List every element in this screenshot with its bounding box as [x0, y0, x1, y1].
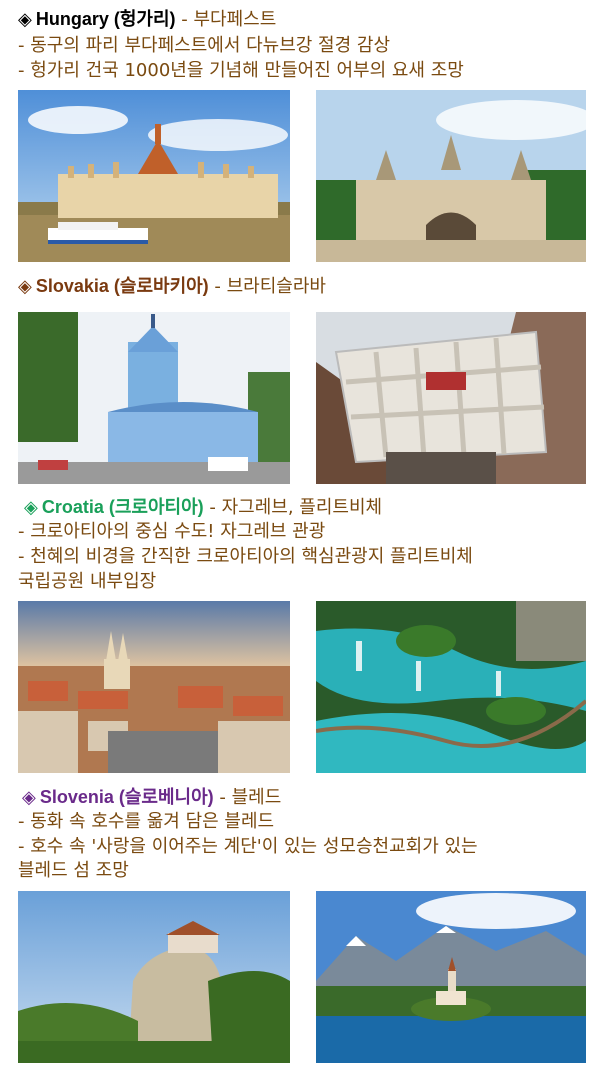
- slovenia-desc-1: - 동화 속 호수를 옮겨 담은 블레드: [18, 811, 275, 832]
- hungary-subtitle: - 부다페스트: [175, 9, 277, 30]
- photo-budapest-parliament: [18, 90, 290, 262]
- hungary-desc-2: - 헝가리 건국 1000년을 기념해 만들어진 어부의 요새 조망: [18, 60, 464, 81]
- photo-bled-castle: [18, 891, 290, 1063]
- croatia-heading: ◈ Croatia (크로아티아) - 자그레브, 플리트비체: [18, 496, 382, 519]
- photo-zagreb-city: [18, 601, 290, 773]
- croatia-desc-3: 국립공원 내부입장: [18, 571, 157, 592]
- photo-fishermans-bastion: [316, 90, 586, 262]
- slovenia-heading: ◈ Slovenia (슬로베니아) - 블레드: [18, 786, 281, 809]
- photo-bratislava-street: [316, 312, 586, 484]
- slovenia-title: Slovenia (슬로베니아): [39, 787, 214, 807]
- slovakia-title: Slovakia (슬로바키아): [35, 276, 209, 296]
- slovenia-desc-2: - 호수 속 '사랑을 이어주는 계단'이 있는 성모승천교회가 있는: [18, 836, 478, 857]
- diamond-bullet-icon: ◈: [22, 787, 36, 808]
- photo-plitvice-lakes: [316, 601, 586, 773]
- croatia-title: Croatia (크로아티아): [41, 497, 204, 517]
- hungary-title: Hungary (헝가리): [35, 9, 176, 29]
- photo-blue-church: [18, 312, 290, 484]
- photo-lake-bled: [316, 891, 586, 1063]
- slovakia-heading: ◈ Slovakia (슬로바키아) - 브라티슬라바: [18, 275, 326, 298]
- diamond-bullet-icon: ◈: [18, 9, 32, 30]
- hungary-heading: ◈ Hungary (헝가리) - 부다페스트: [18, 8, 276, 31]
- slovakia-subtitle: - 브라티슬라바: [208, 276, 326, 297]
- diamond-bullet-icon: ◈: [18, 276, 32, 297]
- croatia-subtitle: - 자그레브, 플리트비체: [203, 497, 383, 518]
- croatia-desc-1: - 크로아티아의 중심 수도! 자그레브 관광: [18, 521, 326, 542]
- croatia-desc-2: - 천혜의 비경을 간직한 크로아티아의 핵심관광지 플리트비체: [18, 546, 473, 567]
- hungary-desc-1: - 동구의 파리 부다페스트에서 다뉴브강 절경 감상: [18, 35, 391, 56]
- slovenia-subtitle: - 블레드: [213, 787, 282, 808]
- diamond-bullet-icon: ◈: [24, 497, 38, 518]
- slovenia-desc-3: 블레드 섬 조망: [18, 860, 129, 881]
